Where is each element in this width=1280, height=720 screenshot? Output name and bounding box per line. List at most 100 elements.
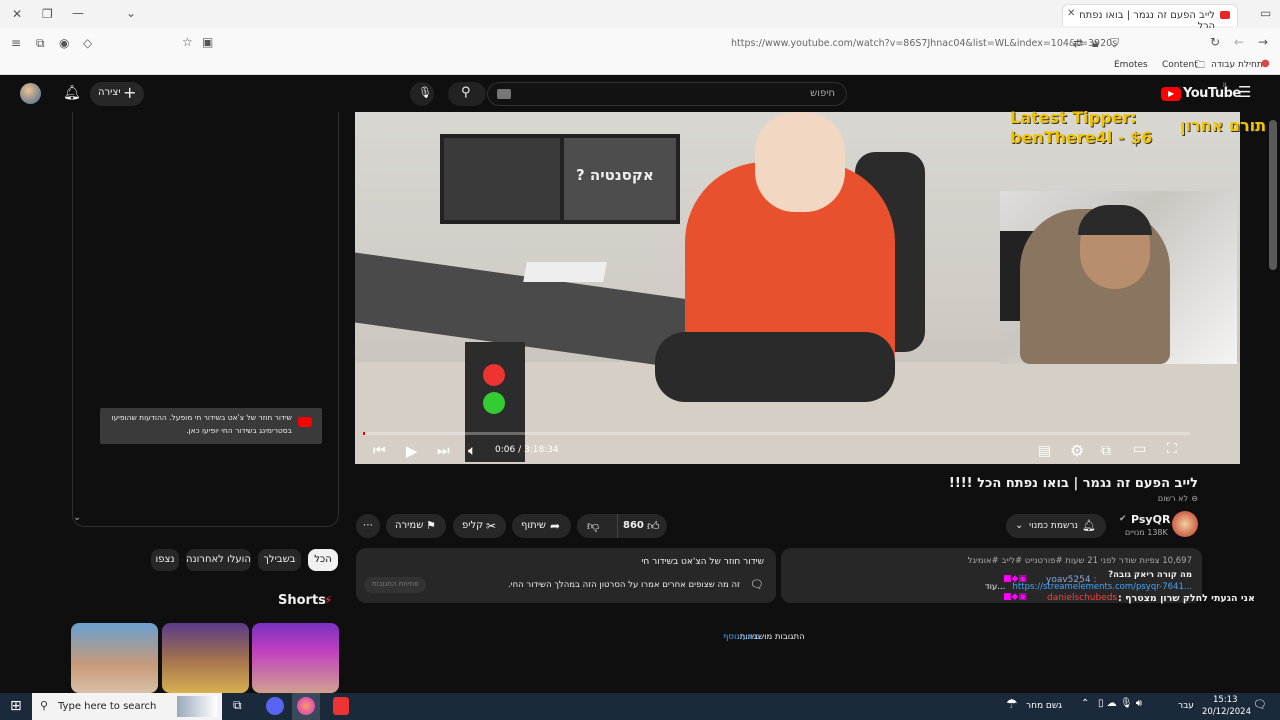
channel-avatar[interactable] xyxy=(1172,511,1198,537)
keyboard-icon[interactable] xyxy=(497,89,511,99)
latest-tipper: Latest Tipper: benThere4l - $6 xyxy=(1010,108,1152,148)
search-icon: ⚲ xyxy=(461,85,471,100)
bookmark-emotes[interactable]: Emotes xyxy=(1114,60,1148,70)
dislike-icon[interactable]: 👎︎ xyxy=(587,514,599,538)
next-icon[interactable]: ⏭ xyxy=(437,443,450,459)
restore-window-icon[interactable]: ❐ xyxy=(42,7,53,21)
tab-youtube[interactable]: לייב הפעם זה נגמר | בואו נפתח הכל ✕ xyxy=(1062,4,1238,32)
play-icon[interactable]: ▶ xyxy=(406,442,418,460)
miniplayer-icon[interactable]: ⧉ xyxy=(1101,443,1111,459)
chat-replay-box: שידור חוזר של הצ'אט בשידור חי 🗨︎ זה מה ש… xyxy=(356,548,776,603)
unlisted-label: לא רשום xyxy=(1157,494,1188,503)
clip-button[interactable]: קליפ ✂ xyxy=(453,514,506,538)
taskbar-search-input[interactable]: ⚲ Type here to search xyxy=(32,693,222,720)
app-icon[interactable] xyxy=(333,697,349,715)
overlay-user-1: yoav5254 : xyxy=(1046,575,1097,585)
shorts-label: Shorts xyxy=(278,593,326,608)
bookmark-start[interactable]: תחילת עבודה xyxy=(1211,60,1263,70)
search-button[interactable]: ⚲ xyxy=(448,82,486,106)
short-thumbnail[interactable] xyxy=(71,623,158,693)
chip-for-you[interactable]: בשבילך xyxy=(258,549,301,571)
chevron-down-icon[interactable]: ⌄ xyxy=(126,6,136,20)
bell-icon[interactable]: 🔔︎ xyxy=(63,85,81,101)
tray-icons[interactable]: ▯ ☁ 🎙︎ 🔊︎ xyxy=(1098,698,1142,709)
chip-recently-uploaded[interactable]: הועלו לאחרונה xyxy=(186,549,251,571)
views-line: 10,697 צפיות שודר לפני 21 שעות #פורטנייט… xyxy=(967,556,1192,566)
previous-icon[interactable]: ⏮ xyxy=(373,443,386,459)
bookmark-content[interactable]: Content xyxy=(1162,60,1198,70)
tab-list-icon[interactable]: ▭ xyxy=(1260,6,1271,20)
short-thumbnail[interactable] xyxy=(252,623,339,693)
emote-icon: ■◆▣ xyxy=(1003,592,1027,602)
chat-replay-notice: שידור חוזר של צ'אט בשידור חי מופעל. ההוד… xyxy=(100,408,322,444)
hamburger-icon[interactable]: ☰ xyxy=(1238,83,1251,101)
youtube-logo-text[interactable]: YouTube xyxy=(1183,86,1241,101)
open-comments-button[interactable]: פתיחת התגובות xyxy=(364,577,426,593)
channel-name[interactable]: PsyQR xyxy=(1131,513,1170,526)
save-label: שמירה xyxy=(395,520,424,531)
minimize-window-icon[interactable]: — xyxy=(72,6,84,20)
page-scrollbar[interactable] xyxy=(1269,120,1277,270)
discord-icon[interactable] xyxy=(266,697,284,715)
shorts-icon: ⚡ xyxy=(324,593,333,607)
youtube-logo-icon[interactable]: ▶ xyxy=(1161,87,1181,101)
fullscreen-icon[interactable]: ⛶ xyxy=(1167,441,1177,457)
like-count[interactable]: 860 xyxy=(623,514,644,538)
theater-mode-icon[interactable]: ▭ xyxy=(1133,441,1146,457)
chat-icon: 🗨︎ xyxy=(750,578,764,591)
chip-watched[interactable]: נצפו xyxy=(151,549,179,571)
chevron-up-icon[interactable]: ⌃ xyxy=(1081,698,1089,709)
back-icon[interactable]: → xyxy=(1258,35,1268,49)
reader-icon[interactable]: ⇄ xyxy=(1073,36,1083,50)
search-input[interactable]: חיפוש xyxy=(487,82,847,106)
firefox-icon[interactable] xyxy=(297,697,315,715)
like-icon[interactable]: 👍︎ xyxy=(647,514,660,538)
chip-all[interactable]: הכל xyxy=(308,549,338,571)
shield-icon[interactable]: ⛉ xyxy=(1110,36,1119,51)
share-button[interactable]: שיתוף ➦ xyxy=(512,514,571,538)
avatar[interactable] xyxy=(20,83,41,104)
more-info-link[interactable]: מידע נוסף xyxy=(723,632,760,642)
search-icon: ⚲ xyxy=(40,699,49,712)
forward-icon[interactable]: ← xyxy=(1234,35,1244,49)
progress-bar[interactable] xyxy=(363,432,1190,435)
address-bar-row: ≡ ⧉ ◉ ◇ ☆ ▣ https://www.youtube.com/watc… xyxy=(0,28,1280,58)
description-link[interactable]: https://streamelements.com/psyqr-7641... xyxy=(1013,582,1192,592)
url-field[interactable]: https://www.youtube.com/watch?v=86S7Jhna… xyxy=(731,38,1117,49)
subtitles-icon[interactable]: ▤ xyxy=(1038,443,1051,459)
bookmark-star-icon[interactable]: ☆ xyxy=(182,35,193,49)
pocket-icon[interactable]: ◇ xyxy=(83,36,92,50)
more-icon: ⋯ xyxy=(363,520,373,531)
replay-title: שידור חוזר של הצ'אט בשידור חי xyxy=(641,557,764,567)
save-icon: ⚑ xyxy=(426,519,436,532)
subscribed-button[interactable]: 🔔︎ נרשמת כמנוי ⌄ xyxy=(1006,514,1106,538)
more-actions-button[interactable]: ⋯ xyxy=(356,514,380,538)
create-button[interactable]: יצירה + xyxy=(90,82,144,106)
close-tab-icon[interactable]: ✕ xyxy=(1067,8,1075,19)
menu-icon[interactable]: ≡ xyxy=(11,36,21,50)
translate-icon[interactable]: ▣ xyxy=(202,35,213,49)
close-window-icon[interactable]: ✕ xyxy=(12,7,22,21)
save-button[interactable]: שמירה ⚑ xyxy=(386,514,446,538)
windows-taskbar: ⊞ ⚲ Type here to search ⧉ ☂ גשם מחר ⌃ ▯ … xyxy=(0,693,1280,720)
create-label: יצירה xyxy=(98,87,121,98)
clock-time[interactable]: 15:13 xyxy=(1213,695,1238,705)
chevron-down-icon[interactable]: ⌄ xyxy=(73,512,81,523)
notice-line-1: שידור חוזר של צ'אט בשידור חי מופעל. ההוד… xyxy=(111,413,292,422)
windows-start-icon[interactable]: ⊞ xyxy=(10,698,22,714)
volume-icon[interactable]: 🔈︎ xyxy=(468,443,476,459)
extensions-icon[interactable]: ⧉ xyxy=(36,36,45,51)
clock-date[interactable]: 20/12/2024 xyxy=(1202,707,1251,717)
browser-tab-bar: ✕ ❐ — ⌄ + לייב הפעם זה נגמר | בואו נפתח … xyxy=(0,0,1280,32)
short-thumbnail[interactable] xyxy=(162,623,249,693)
lock-icon[interactable]: 🔒︎ xyxy=(1092,36,1098,51)
notification-icon[interactable]: 🗨︎ xyxy=(1253,698,1267,711)
voice-search-button[interactable]: 🎙︎ xyxy=(410,82,434,106)
reload-icon[interactable]: ↻ xyxy=(1210,35,1220,49)
settings-gear-icon[interactable]: ⚙ xyxy=(1070,441,1084,460)
task-view-icon[interactable]: ⧉ xyxy=(233,698,242,713)
language-indicator[interactable]: עבר xyxy=(1178,701,1194,711)
account-icon[interactable]: ◉ xyxy=(59,36,69,50)
open-comments-label: פתיחת התגובות xyxy=(372,580,419,588)
scissors-icon: ✂ xyxy=(486,519,497,533)
